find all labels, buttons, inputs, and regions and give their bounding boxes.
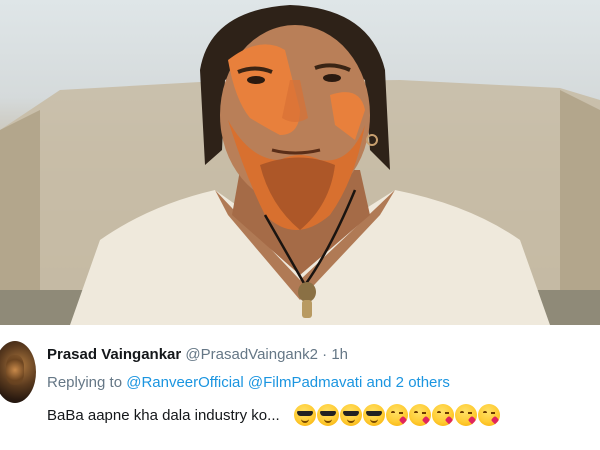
face-blowing-kiss-icon (454, 404, 477, 426)
face-blowing-kiss-icon (431, 404, 454, 426)
author-handle[interactable]: @PrasadVaingank2 (185, 346, 318, 363)
header-separator: · (322, 346, 328, 363)
tweet-timestamp[interactable]: 1h (331, 346, 348, 363)
mention-link[interactable]: @RanveerOfficial (126, 374, 244, 391)
smiling-face-with-sunglasses-icon (293, 404, 316, 426)
smiling-face-with-sunglasses-icon (316, 404, 339, 426)
tweet-text: BaBa aapne kha dala industry ko... (47, 404, 500, 426)
smiling-face-with-sunglasses-icon (339, 404, 362, 426)
tweet-media-photo[interactable] (0, 0, 600, 325)
user-avatar[interactable] (0, 341, 36, 403)
face-blowing-kiss-icon (408, 404, 431, 426)
replying-to-line: Replying to @RanveerOfficial @FilmPadmav… (47, 374, 450, 391)
others-link[interactable]: and 2 others (366, 374, 449, 391)
mention-link[interactable]: @FilmPadmavati (248, 374, 362, 391)
face-blowing-kiss-icon (477, 404, 500, 426)
smiling-face-with-sunglasses-icon (362, 404, 385, 426)
tweet-body: BaBa aapne kha dala industry ko... (47, 406, 280, 424)
tweet-header: Prasad Vaingankar @PrasadVaingank2 · 1h (47, 346, 348, 363)
photo-illustration (0, 5, 600, 325)
tweet-reply: Prasad Vaingankar @PrasadVaingank2 · 1h … (0, 325, 600, 450)
author-name[interactable]: Prasad Vaingankar (47, 346, 181, 363)
replying-to-label: Replying to (47, 374, 123, 391)
face-blowing-kiss-icon (385, 404, 408, 426)
emoji-row (293, 404, 500, 426)
